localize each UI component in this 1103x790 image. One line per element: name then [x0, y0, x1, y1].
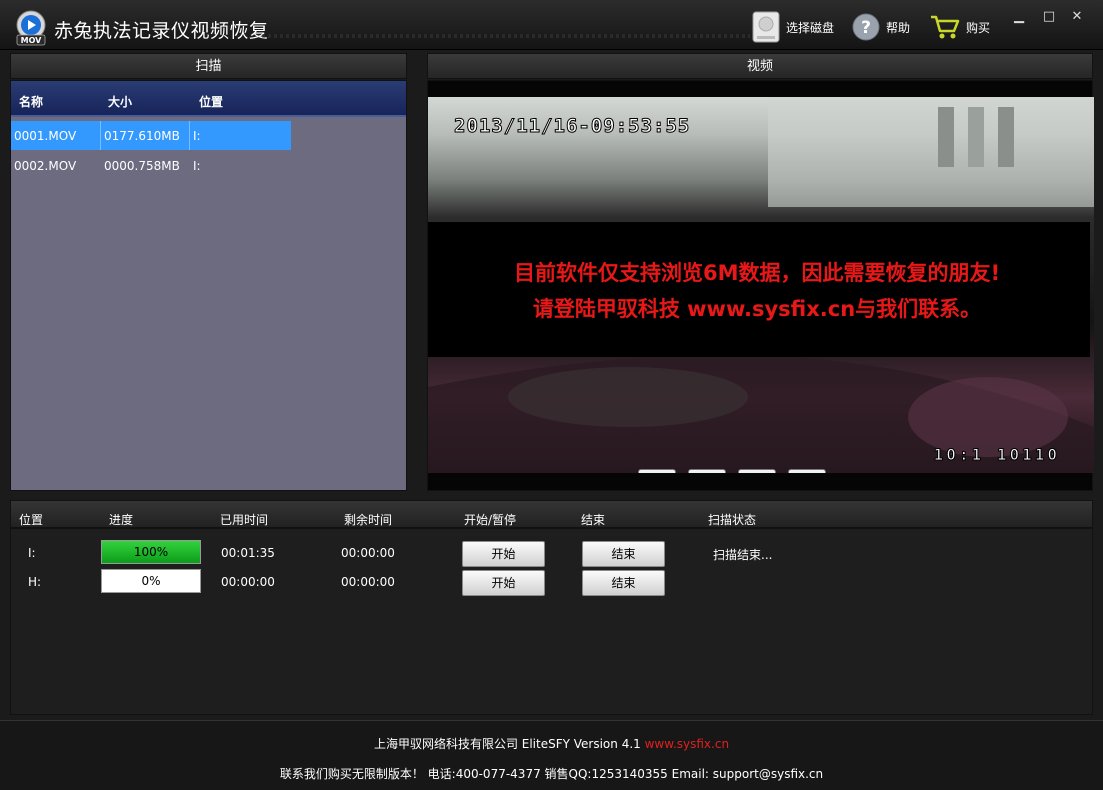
drive-location: I:: [28, 546, 36, 560]
title-bar: MOV 赤兔执法记录仪视频恢复 选择磁盘 ? 帮助 购买 ▁ □ ✕: [0, 0, 1103, 50]
end-button[interactable]: 结束: [582, 541, 665, 567]
file-size: 0177.610MB: [104, 129, 180, 143]
file-name: 0001.MOV: [14, 129, 77, 143]
video-timestamp: 2013/11/16-09:53:55: [453, 115, 691, 138]
column-progress: 进度: [109, 513, 134, 527]
progress-label: 100%: [133, 545, 169, 559]
file-location: I:: [193, 129, 201, 143]
stop-button[interactable]: ■: [738, 469, 776, 473]
buy-button[interactable]: 购买: [930, 10, 990, 44]
help-button[interactable]: ? 帮助: [852, 10, 910, 44]
player-controls: ◀◀ ▶ ■ ▶▶: [638, 469, 826, 473]
select-disk-label: 选择磁盘: [786, 20, 835, 35]
app-title: 赤兔执法记录仪视频恢复: [54, 20, 269, 42]
close-icon: ✕: [1071, 8, 1083, 24]
column-size[interactable]: 大小: [108, 93, 132, 110]
column-location: 位置: [19, 513, 44, 527]
maximize-button[interactable]: □: [1036, 6, 1062, 26]
app-icon: MOV: [16, 10, 46, 46]
scan-file-list: 名称 大小 位置 0001.MOV 0177.610MB I: 0002.MOV…: [10, 80, 407, 491]
help-icon: ?: [852, 13, 880, 41]
progress-table-header: 位置 进度 已用时间 剩余时间 开始/暂停 结束 扫描状态: [10, 500, 1093, 528]
start-button[interactable]: 开始: [462, 570, 545, 596]
video-overlay-number: 10:1 10110: [933, 445, 1060, 465]
scan-list-header: 名称 大小 位置: [11, 81, 406, 117]
progress-bar: 0%: [101, 569, 201, 593]
file-row[interactable]: 0001.MOV 0177.610MB I:: [11, 121, 291, 150]
footer-company-line: 上海甲驭网络科技有限公司 EliteSFY Version 4.1 www.sy…: [0, 735, 1103, 752]
end-button[interactable]: 结束: [582, 570, 665, 596]
maximize-icon: □: [1042, 8, 1056, 24]
footer-contact: 联系我们购买无限制版本！ 电话:400-077-4377 销售QQ:125314…: [279, 767, 824, 781]
trial-notice: 目前软件仅支持浏览6M数据，因此需要恢复的朋友! 请登陆甲驭科技 www.sys…: [428, 222, 1090, 357]
progress-label: 0%: [141, 574, 161, 588]
file-name: 0002.MOV: [14, 159, 77, 173]
cell-divider: [189, 121, 190, 150]
column-name[interactable]: 名称: [19, 93, 43, 110]
close-button[interactable]: ✕: [1064, 6, 1090, 26]
scan-status: 扫描结束...: [713, 548, 773, 562]
footer-website-link[interactable]: www.sysfix.cn: [645, 737, 729, 751]
cart-icon: [931, 15, 960, 39]
play-button[interactable]: ▶: [688, 469, 726, 473]
column-elapsed: 已用时间: [220, 513, 269, 527]
disk-icon: [752, 11, 780, 43]
file-size: 0000.758MB: [104, 159, 180, 173]
progress-row: I: 100% 00:01:35 00:00:00 开始 结束 扫描结束...: [11, 538, 1092, 568]
progress-table: I: 100% 00:01:35 00:00:00 开始 结束 扫描结束... …: [10, 528, 1093, 715]
video-panel-header: 视频: [427, 53, 1093, 79]
column-start-pause: 开始/暂停: [464, 513, 517, 527]
drive-location: H:: [28, 575, 42, 589]
elapsed-time: 00:01:35: [221, 546, 275, 560]
buy-label: 购买: [966, 20, 991, 35]
fast-forward-button[interactable]: ▶▶: [788, 469, 826, 473]
help-label: 帮助: [886, 20, 911, 35]
select-disk-button[interactable]: 选择磁盘: [752, 10, 834, 44]
remaining-time: 00:00:00: [341, 546, 395, 560]
video-preview: 2013/11/16-09:53:55 10:1 10110 目前软件仅支持浏览…: [428, 97, 1094, 473]
notice-line-1: 目前软件仅支持浏览6M数据，因此需要恢复的朋友!: [513, 260, 1001, 285]
minimize-button[interactable]: ▁: [1006, 6, 1032, 26]
column-remaining: 剩余时间: [344, 513, 393, 527]
progress-row: H: 0% 00:00:00 00:00:00 开始 结束: [11, 567, 1092, 597]
column-scan-status: 扫描状态: [708, 513, 757, 527]
start-button[interactable]: 开始: [462, 541, 545, 567]
app-icon-label: MOV: [21, 36, 43, 45]
svg-text:?: ?: [861, 18, 871, 38]
column-end: 结束: [581, 513, 606, 527]
title-decoration: [262, 34, 750, 38]
footer: 上海甲驭网络科技有限公司 EliteSFY Version 4.1 www.sy…: [0, 720, 1103, 790]
rewind-button[interactable]: ◀◀: [638, 469, 676, 473]
remaining-time: 00:00:00: [341, 575, 395, 589]
footer-company: 上海甲驭网络科技有限公司 EliteSFY Version 4.1: [373, 737, 641, 751]
minimize-icon: ▁: [1014, 8, 1024, 24]
progress-bar: 100%: [101, 540, 201, 564]
column-location[interactable]: 位置: [199, 93, 223, 110]
video-panel: 2013/11/16-09:53:55 10:1 10110 目前软件仅支持浏览…: [427, 80, 1094, 491]
file-row[interactable]: 0002.MOV 0000.758MB I:: [11, 151, 291, 180]
notice-line-2: 请登陆甲驭科技 www.sysfix.cn与我们联系。: [532, 296, 982, 321]
elapsed-time: 00:00:00: [221, 575, 275, 589]
file-location: I:: [193, 159, 201, 173]
cell-divider: [100, 121, 101, 150]
scan-panel-header: 扫描: [10, 53, 407, 79]
